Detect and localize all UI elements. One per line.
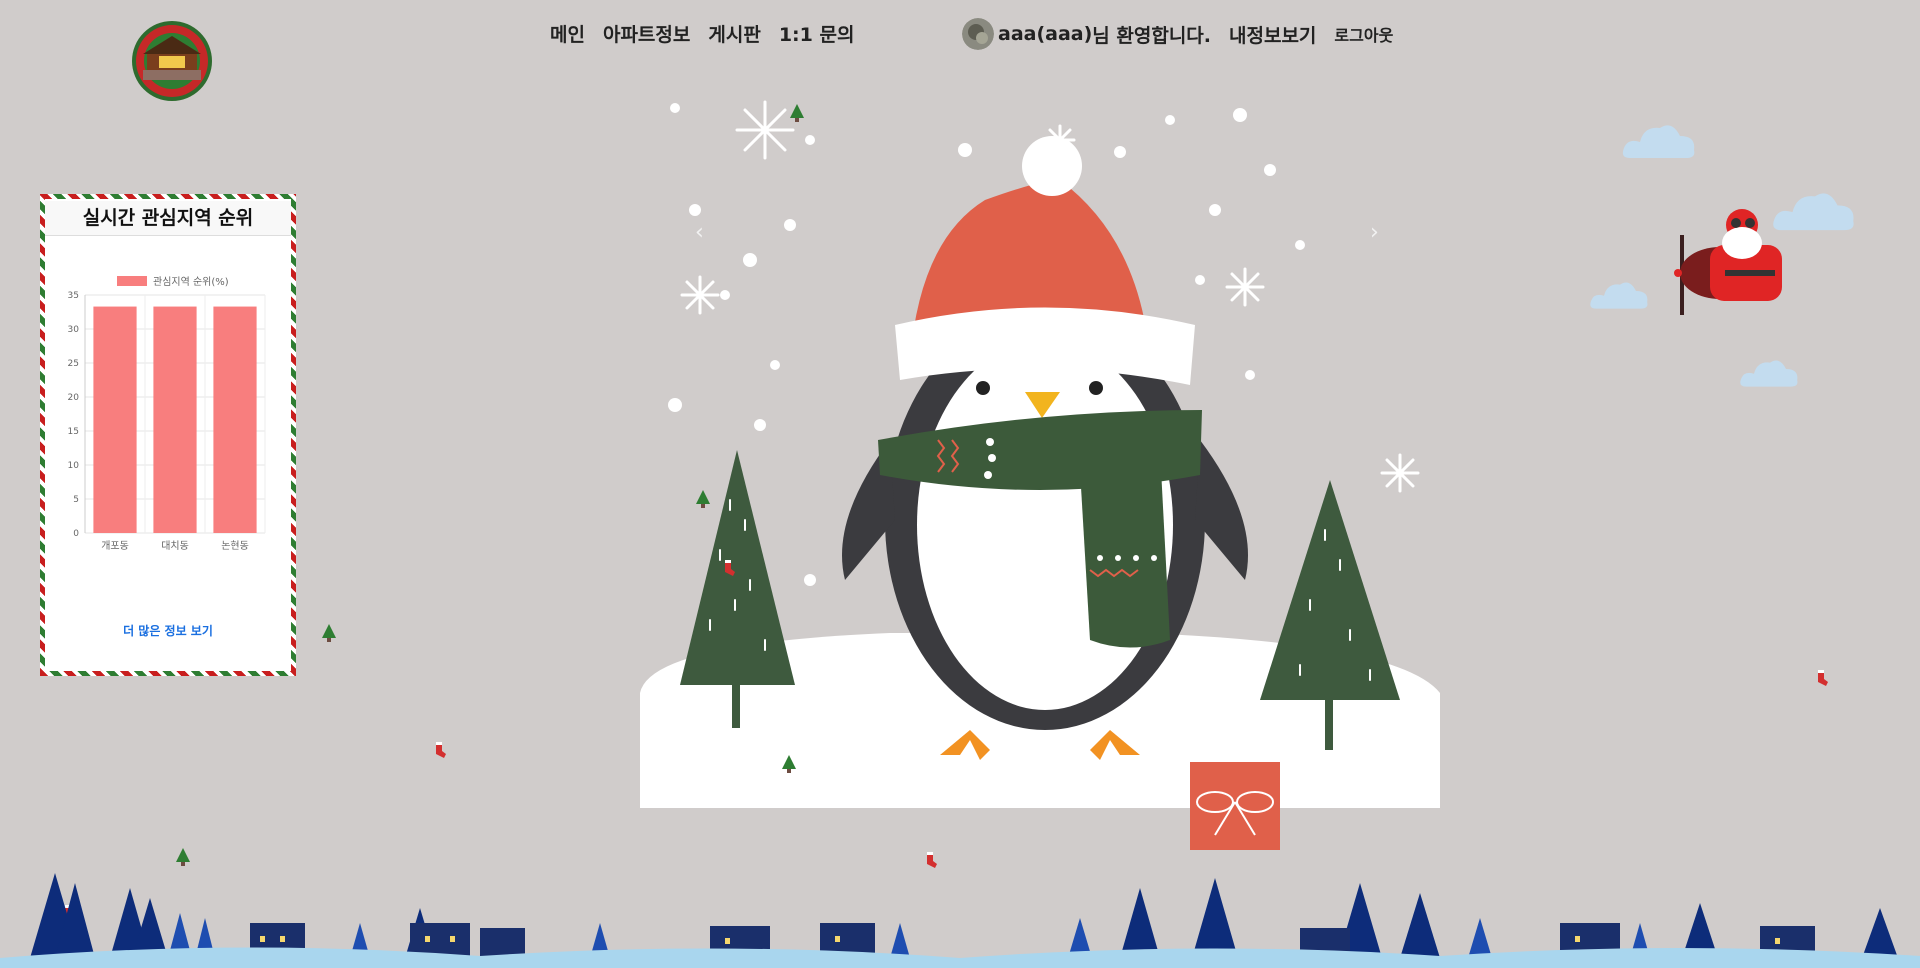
legend-swatch: [117, 276, 147, 286]
x-tick-label: 대치동: [161, 540, 189, 552]
stocking-icon: [725, 560, 735, 576]
cloud-icon: [1740, 360, 1798, 387]
welcome-user-id: aaa(aaa): [998, 23, 1093, 45]
y-tick-label: 10: [68, 461, 80, 471]
y-tick-label: 35: [68, 291, 79, 301]
y-tick-label: 5: [73, 495, 79, 505]
cloud-icon: [1590, 282, 1648, 309]
santa-airplane-icon: [1674, 209, 1782, 315]
nav-apartment-info[interactable]: 아파트정보: [603, 20, 690, 47]
user-area: aaa(aaa) 님 환영합니다. 내정보보기 로그아웃: [962, 18, 1393, 50]
legend-label: 관심지역 순위(%): [153, 275, 229, 288]
ranking-bar-chart: 관심지역 순위(%) 0 5 10 15 20 25 30 35 개포동 대치동 논현동: [68, 275, 266, 552]
penguin-illustration: [640, 100, 1440, 850]
y-tick-label: 20: [68, 393, 80, 403]
mini-tree-icon: [782, 755, 796, 773]
where-is-my-home-logo: [132, 21, 212, 101]
slider-next-arrow-icon[interactable]: ›: [1370, 220, 1379, 245]
y-tick-label: 0: [73, 529, 79, 539]
nav-board[interactable]: 게시판: [708, 20, 760, 47]
avatar: [962, 18, 994, 50]
mini-tree-icon: [176, 848, 190, 866]
x-tick-label: 개포동: [101, 540, 129, 552]
mypage-link[interactable]: 내정보보기: [1229, 21, 1316, 48]
y-tick-label: 25: [68, 359, 79, 369]
mini-tree-icon: [322, 624, 336, 642]
bar: [153, 306, 197, 533]
stocking-icon: [436, 742, 446, 758]
main-nav: 메인 아파트정보 게시판 1:1 문의: [550, 20, 854, 47]
y-tick-label: 15: [68, 427, 79, 437]
logout-link[interactable]: 로그아웃: [1334, 22, 1393, 46]
ranking-panel-body: 실시간 관심지역 순위 관심지역 순위(%) 0 5 10 15 20 25 30 35 개포동 대…: [45, 199, 291, 671]
user-avatar-icon: [962, 18, 994, 50]
nav-main[interactable]: 메인: [550, 20, 585, 47]
cloud-icon: [1622, 125, 1695, 158]
welcome-message: 님 환영합니다.: [1092, 24, 1212, 47]
ranking-title: 실시간 관심지역 순위: [45, 201, 291, 236]
stocking-icon: [1818, 670, 1828, 686]
y-tick-label: 30: [68, 325, 80, 335]
mini-tree-icon: [696, 490, 710, 508]
slider-prev-arrow-icon[interactable]: ‹: [695, 220, 704, 245]
stocking-icon: [927, 852, 937, 868]
winter-village-footer: [0, 873, 1920, 968]
nav-inquiry[interactable]: 1:1 문의: [779, 20, 855, 47]
bar: [93, 306, 137, 533]
main-slider: ‹ ›: [640, 80, 1440, 885]
ranking-panel: 실시간 관심지역 순위 관심지역 순위(%) 0 5 10 15 20 25 30 35 개포동 대…: [40, 194, 296, 676]
x-tick-label: 논현동: [221, 540, 249, 552]
mini-tree-icon: [790, 104, 804, 122]
site-logo[interactable]: [131, 20, 213, 102]
more-info-link[interactable]: 더 많은 정보 보기: [45, 622, 291, 639]
bar: [213, 306, 257, 533]
